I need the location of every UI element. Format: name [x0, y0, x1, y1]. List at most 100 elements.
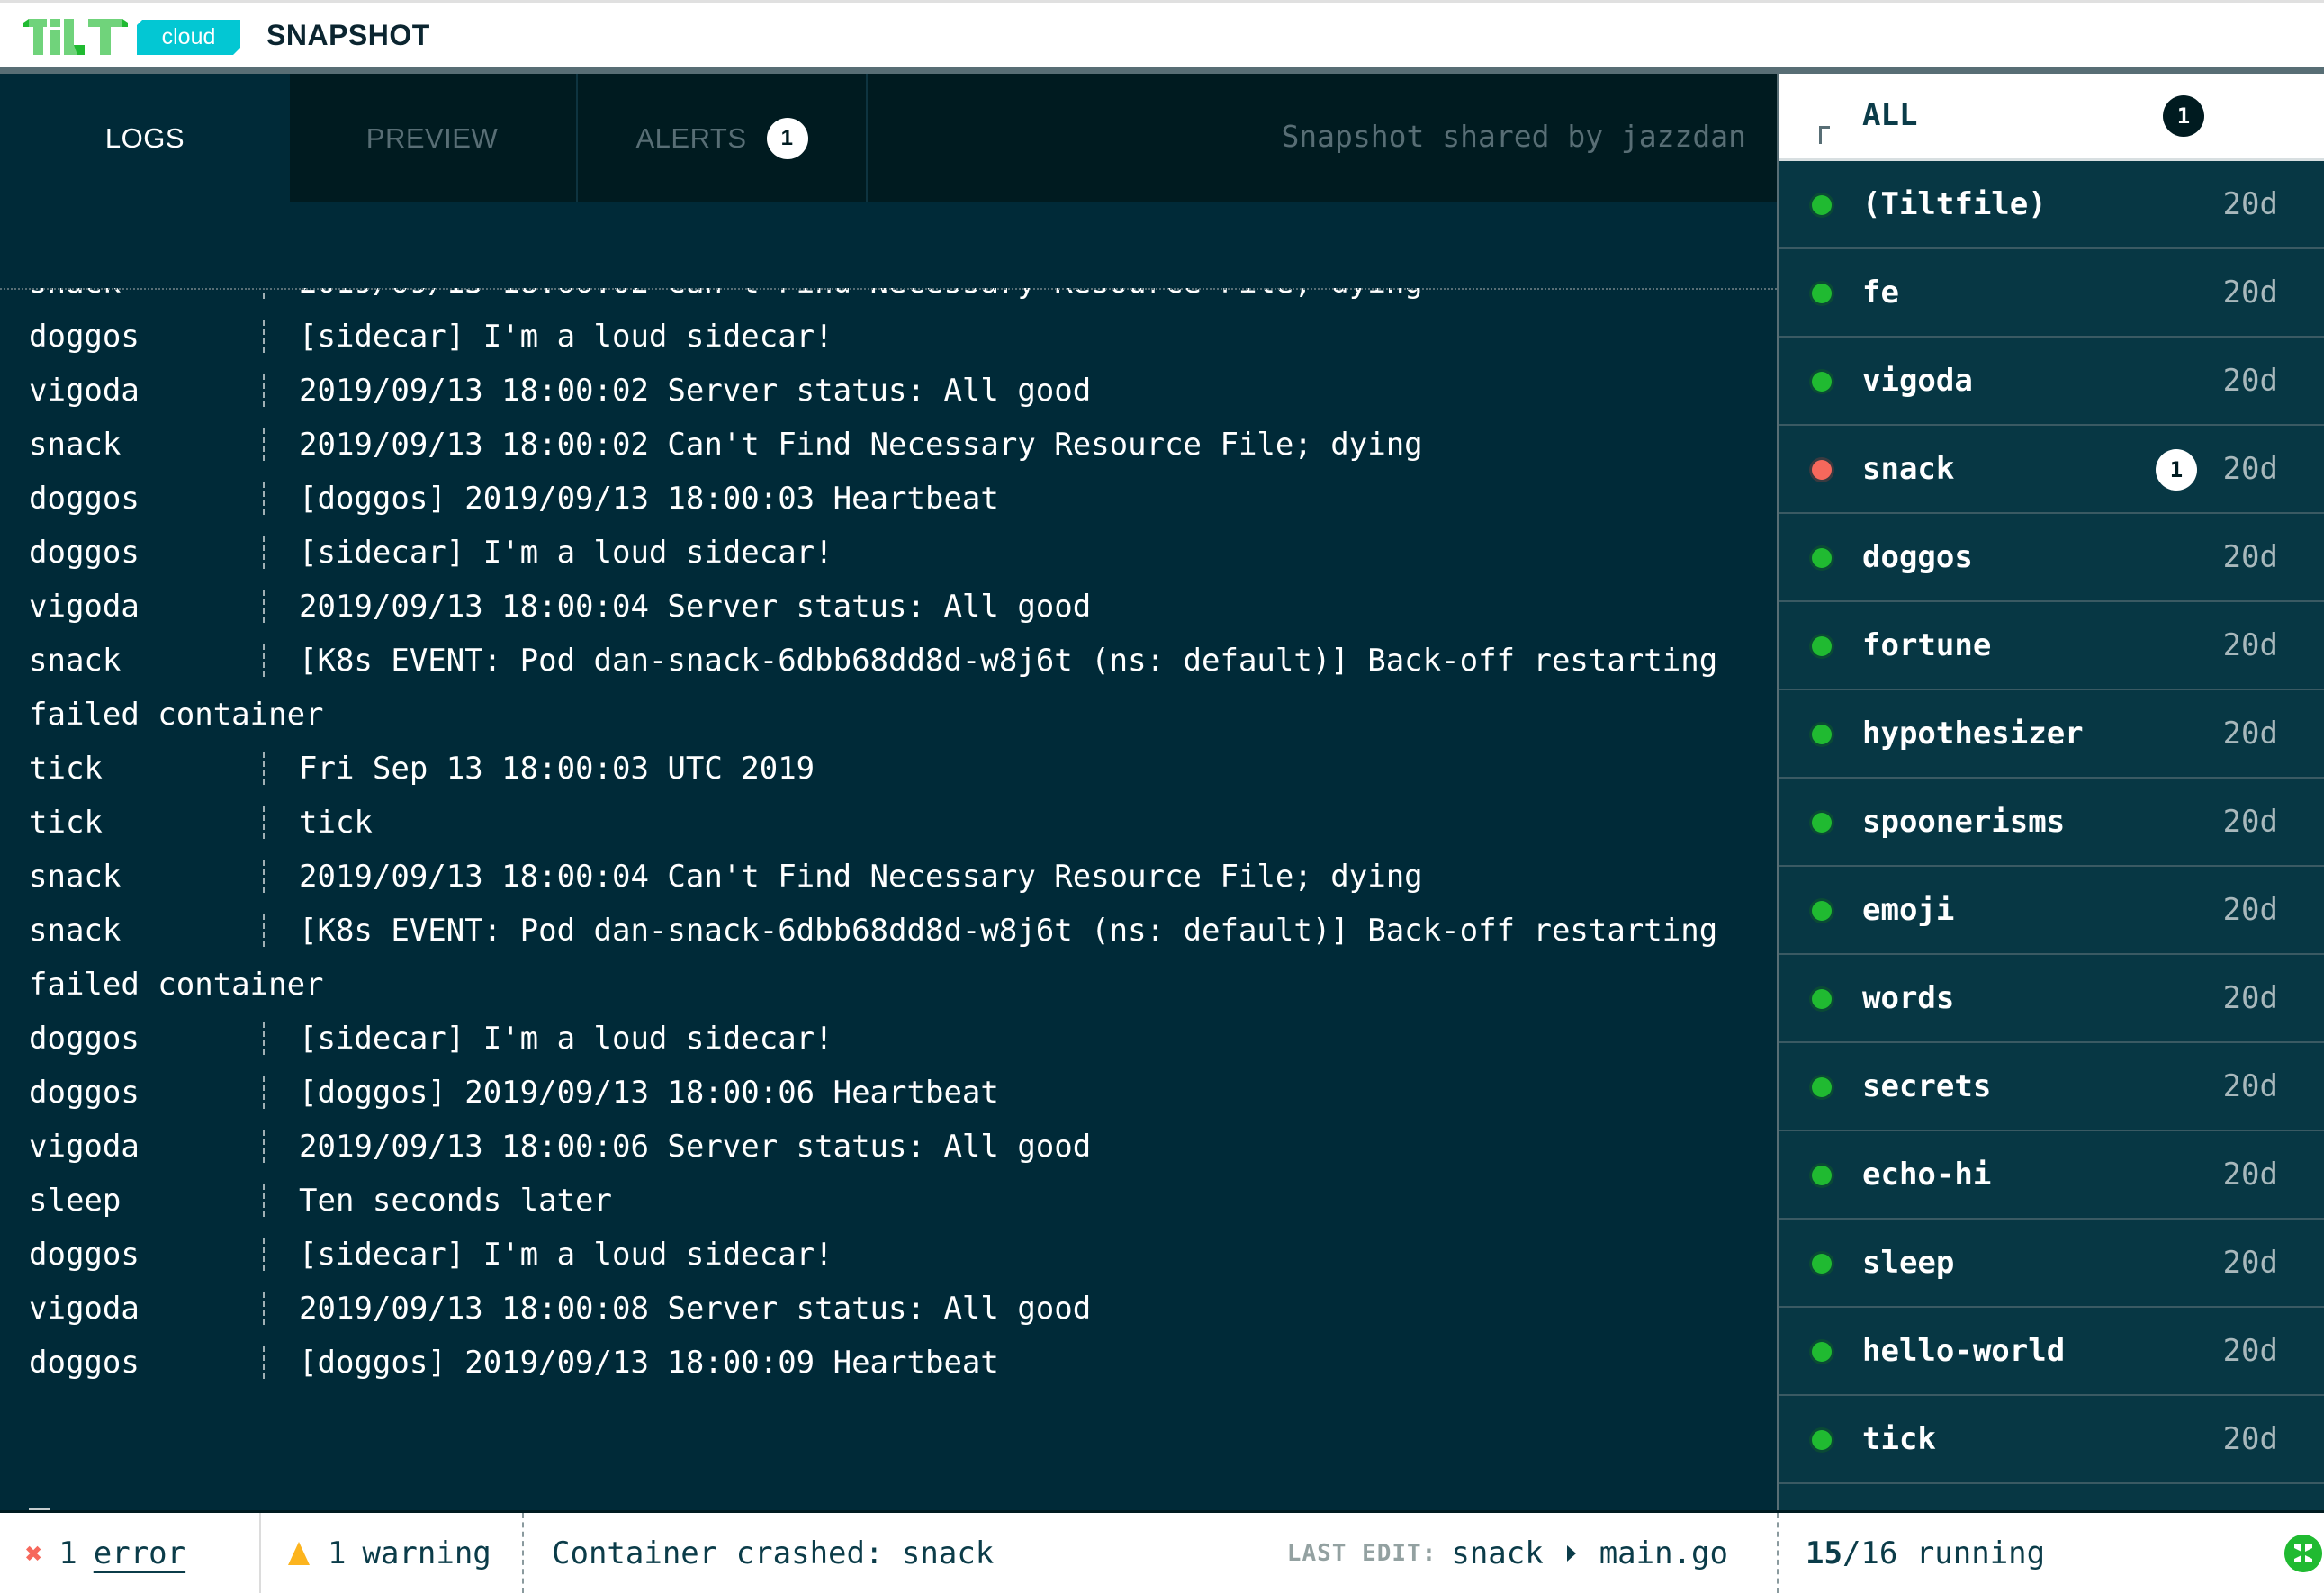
- resource-alert-badge: 1: [2156, 449, 2197, 490]
- log-resource-name: vigoda: [29, 373, 140, 409]
- tab-alerts[interactable]: ALERTS 1: [578, 74, 868, 202]
- log-text: 2019/09/13 18:00:04 Can't Find Necessary…: [299, 859, 1423, 895]
- log-text: [sidecar] I'm a loud sidecar!: [299, 319, 833, 355]
- status-message: Container crashed: snack: [552, 1534, 995, 1571]
- log-line: tick Fri Sep 13 18:00:03 UTC 2019: [0, 742, 1777, 796]
- log-text: 2019/09/13 18:00:02 Server status: All g…: [299, 373, 1092, 409]
- sidebar-item-vigoda[interactable]: vigoda 20d: [1779, 338, 2324, 426]
- resource-age: 20d: [2222, 1245, 2278, 1281]
- resource-age: 20d: [2222, 451, 2278, 487]
- log-line: doggos [doggos] 2019/09/13 18:00:09 Heart…: [0, 1336, 1777, 1390]
- log-line: doggos [doggos] 2019/09/13 18:00:03 Heart…: [0, 472, 1777, 526]
- log-separator: [263, 428, 265, 461]
- resource-name: snack: [1862, 451, 1955, 487]
- status-dot-icon: [1812, 1342, 1832, 1362]
- log-text: [doggos] 2019/09/13 18:00:03 Heartbeat: [299, 481, 999, 517]
- log-text: [K8s EVENT: Pod dan-snack-6dbb68dd8d-w8j…: [299, 913, 1718, 949]
- log-text: failed container: [29, 697, 324, 733]
- resource-name: secrets: [1862, 1068, 1992, 1104]
- snapshot-shared-by: Snapshot shared by jazzdan: [1281, 119, 1746, 154]
- resource-name: sleep: [1862, 1245, 1955, 1281]
- sidebar-item-sleep[interactable]: sleep 20d: [1779, 1220, 2324, 1308]
- log-text: [sidecar] I'm a loud sidecar!: [299, 1021, 833, 1057]
- log-separator: [263, 644, 265, 677]
- sidebar-item-tick[interactable]: tick 20d: [1779, 1396, 2324, 1484]
- error-summary: ✖ 1 error: [25, 1513, 185, 1593]
- log-text: 2019/09/13 18:00:08 Server status: All g…: [299, 1291, 1092, 1327]
- log-resource-name: snack: [29, 859, 122, 895]
- log-separator: [263, 752, 265, 785]
- resource-age: 20d: [2222, 539, 2278, 575]
- status-bar: ✖ 1 error 1 warning Container crashed: s…: [0, 1510, 2324, 1593]
- tab-logs-label: LOGS: [104, 122, 185, 154]
- status-dot-icon: [1812, 636, 1832, 656]
- sidebar-item-doggos[interactable]: doggos 20d: [1779, 514, 2324, 602]
- error-link[interactable]: error: [94, 1535, 185, 1571]
- log-lines: snack 2019/09/13 18:00:02 Can't Find Nece…: [0, 288, 1777, 1390]
- footer-divider: [1777, 1513, 1779, 1593]
- error-x-icon: ✖: [25, 1535, 43, 1570]
- log-resource-name: doggos: [29, 1021, 140, 1057]
- log-text: [sidecar] I'm a loud sidecar!: [299, 1237, 833, 1273]
- sidebar-item-hello-world[interactable]: hello-world 20d: [1779, 1308, 2324, 1396]
- tab-bar: LOGS PREVIEW ALERTS 1 Snapshot shared by…: [0, 74, 1777, 202]
- log-text: Ten seconds later: [299, 1183, 612, 1219]
- resource-age: 20d: [2222, 1068, 2278, 1104]
- log-separator: [263, 1238, 265, 1271]
- resource-name: emoji: [1862, 892, 1955, 928]
- log-line: vigoda 2019/09/13 18:00:06 Server status:…: [0, 1120, 1777, 1174]
- log-line: doggos [doggos] 2019/09/13 18:00:06 Heart…: [0, 1066, 1777, 1120]
- tilt-status-icon[interactable]: [2284, 1534, 2322, 1572]
- status-dot-icon: [1812, 1166, 1832, 1185]
- sidebar-item-fe[interactable]: fe 20d: [1779, 249, 2324, 338]
- tab-logs[interactable]: LOGS: [0, 74, 290, 202]
- log-line: doggos [sidecar] I'm a loud sidecar!: [0, 310, 1777, 364]
- sidebar-item-words[interactable]: words 20d: [1779, 955, 2324, 1043]
- log-separator: [263, 1076, 265, 1109]
- log-text: tick: [299, 805, 373, 841]
- log-text: 2019/09/13 18:00:04 Server status: All g…: [299, 589, 1092, 625]
- resource-name: (Tiltfile): [1862, 186, 2047, 222]
- resource-age: 20d: [2222, 274, 2278, 310]
- log-resource-name: doggos: [29, 1075, 140, 1111]
- log-line: snack [K8s EVENT: Pod dan-snack-6dbb68dd8…: [0, 634, 1777, 688]
- resource-age: 20d: [2222, 980, 2278, 1016]
- last-edit-resource: snack: [1451, 1534, 1544, 1571]
- footer-divider: [522, 1513, 524, 1593]
- warning-count: 1: [328, 1534, 347, 1571]
- tilt-logo[interactable]: [23, 19, 128, 55]
- log-separator: [263, 806, 265, 839]
- log-line: doggos [sidecar] I'm a loud sidecar!: [0, 526, 1777, 580]
- log-pane[interactable]: snack 2019/09/13 18:00:02 Can't Find Nece…: [0, 288, 1777, 1510]
- log-resource-name: vigoda: [29, 1129, 140, 1165]
- resource-age: 20d: [2222, 627, 2278, 663]
- sidebar-item-echo-hi[interactable]: echo-hi 20d: [1779, 1131, 2324, 1220]
- log-line-continuation: failed container: [0, 688, 1777, 742]
- log-resource-name: doggos: [29, 535, 140, 571]
- log-separator: [263, 914, 265, 947]
- tab-preview[interactable]: PREVIEW: [288, 74, 578, 202]
- sidebar-item-all[interactable]: ALL 1: [1779, 74, 2324, 161]
- sidebar-item-hypothesizer[interactable]: hypothesizer 20d: [1779, 690, 2324, 778]
- log-text: 2019/09/13 18:00:02 Can't Find Necessary…: [299, 427, 1423, 463]
- warning-label: warning: [362, 1534, 491, 1571]
- log-line: vigoda 2019/09/13 18:00:02 Server status:…: [0, 364, 1777, 418]
- log-separator: [263, 374, 265, 407]
- sidebar-item-emoji[interactable]: emoji 20d: [1779, 867, 2324, 955]
- sidebar-item-secrets[interactable]: secrets 20d: [1779, 1043, 2324, 1131]
- footer-divider: [259, 1513, 261, 1593]
- log-resource-name: snack: [29, 643, 122, 679]
- sidebar-item-snack[interactable]: snack 1 20d: [1779, 426, 2324, 514]
- sidebar-item-fortune[interactable]: fortune 20d: [1779, 602, 2324, 690]
- warning-summary: 1 warning: [288, 1513, 491, 1593]
- tab-alerts-label: ALERTS: [635, 122, 747, 154]
- resource-name: fortune: [1862, 627, 1992, 663]
- log-resource-name: snack: [29, 427, 122, 463]
- log-line-continuation: failed container: [0, 958, 1777, 1012]
- sidebar-item-spoonerisms[interactable]: spoonerisms 20d: [1779, 778, 2324, 867]
- resource-age: 20d: [2222, 363, 2278, 399]
- log-separator: [263, 1022, 265, 1055]
- log-separator: [263, 482, 265, 515]
- log-resource-name: doggos: [29, 319, 140, 355]
- sidebar-item-tiltfile[interactable]: (Tiltfile) 20d: [1779, 161, 2324, 249]
